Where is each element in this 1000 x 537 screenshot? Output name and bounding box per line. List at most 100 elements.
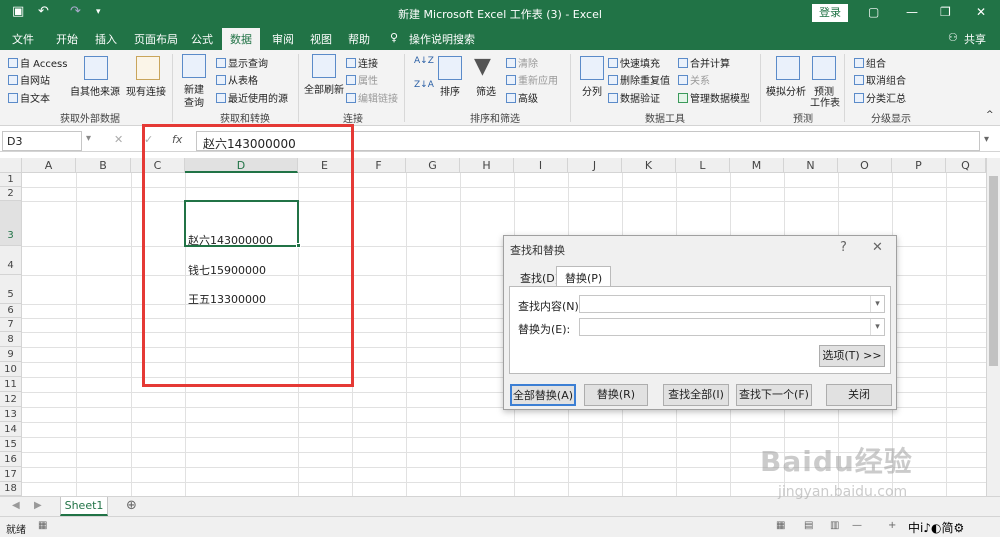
tab-home[interactable]: 开始 (56, 31, 78, 47)
row-header[interactable]: 11 (0, 377, 22, 392)
ime-toolbar-icon[interactable]: 中ⅰ♪◐简⚙ (908, 519, 964, 536)
help-icon[interactable]: ? (840, 240, 847, 255)
subtotal-button[interactable]: 分类汇总 (854, 90, 906, 105)
page-break-view-icon[interactable]: ▥ (830, 520, 839, 531)
col-header[interactable]: J (568, 158, 622, 173)
col-header[interactable]: H (460, 158, 514, 173)
namebox-dropdown-icon[interactable]: ▾ (86, 133, 91, 144)
col-header[interactable]: L (676, 158, 730, 173)
from-table-button[interactable]: 从表格 (216, 72, 258, 87)
zoom-in-icon[interactable]: + (888, 520, 896, 531)
dialog-close-button[interactable]: 关闭 (826, 384, 892, 406)
share-button[interactable]: 共享 (964, 31, 986, 47)
replace-history-dropdown-icon[interactable]: ▾ (870, 319, 884, 335)
options-button[interactable]: 选项(T) >> (819, 345, 885, 367)
sort-button[interactable]: 排序 (440, 83, 460, 98)
row-header[interactable]: 10 (0, 362, 22, 377)
replace-with-input[interactable]: ▾ (579, 318, 885, 336)
row-header[interactable]: 17 (0, 467, 22, 482)
from-text-button[interactable]: 自文本 (8, 90, 50, 105)
vertical-scrollbar[interactable] (986, 158, 1000, 496)
find-history-dropdown-icon[interactable]: ▾ (870, 296, 884, 312)
from-access-button[interactable]: 自 Access (8, 55, 67, 70)
col-header[interactable]: K (622, 158, 676, 173)
row-header[interactable]: 9 (0, 347, 22, 362)
find-all-button[interactable]: 查找全部(I) (663, 384, 729, 406)
ribbon-display-icon[interactable]: ▢ (868, 5, 879, 19)
col-header[interactable]: F (352, 158, 406, 173)
clear-button[interactable]: 清除 (506, 55, 538, 70)
flash-fill-button[interactable]: 快速填充 (608, 55, 660, 70)
recent-sources-button[interactable]: 最近使用的源 (216, 90, 288, 105)
col-header[interactable]: Q (946, 158, 986, 173)
filter-button[interactable]: 筛选 (476, 83, 496, 98)
page-layout-view-icon[interactable]: ▤ (804, 520, 813, 531)
row-header[interactable]: 7 (0, 318, 22, 332)
remove-duplicates-button[interactable]: 删除重复值 (608, 72, 670, 87)
collapse-ribbon-icon[interactable]: ^ (986, 110, 994, 120)
other-sources-button[interactable]: 自其他来源 (70, 83, 120, 98)
row-header[interactable]: 3 (0, 201, 22, 246)
sort-za-icon[interactable]: Z↓A (414, 80, 434, 90)
replace-button[interactable]: 替换(R) (584, 384, 648, 406)
refresh-all-button[interactable]: 全部刷新 (304, 81, 344, 96)
add-sheet-icon[interactable]: ⊕ (126, 498, 137, 513)
tab-replace[interactable]: 替换(P) (556, 266, 612, 286)
tell-me-search[interactable]: 操作说明搜索 (409, 31, 475, 47)
forecast-sheet-button-2[interactable]: 工作表 (810, 94, 840, 109)
text-to-columns-button[interactable]: 分列 (582, 83, 602, 98)
tab-view[interactable]: 视图 (310, 31, 332, 47)
minimize-icon[interactable]: — (906, 5, 918, 19)
data-model-button[interactable]: 管理数据模型 (678, 90, 750, 105)
row-header[interactable]: 6 (0, 304, 22, 318)
col-header[interactable]: I (514, 158, 568, 173)
from-web-button[interactable]: 自网站 (8, 72, 50, 87)
group-button[interactable]: 组合 (854, 55, 886, 70)
restore-icon[interactable]: ❐ (940, 5, 951, 19)
row-header[interactable]: 2 (0, 187, 22, 201)
sheet-tab[interactable]: Sheet1 (60, 497, 108, 516)
consolidate-button[interactable]: 合并计算 (678, 55, 730, 70)
macro-record-icon[interactable]: ▦ (38, 520, 47, 531)
cancel-icon[interactable]: ✕ (114, 133, 123, 146)
existing-connections-button[interactable]: 现有连接 (126, 83, 166, 98)
login-button[interactable]: 登录 (812, 4, 848, 22)
row-header[interactable]: 1 (0, 173, 22, 187)
show-queries-button[interactable]: 显示查询 (216, 55, 268, 70)
tab-data[interactable]: 数据 (222, 28, 260, 50)
data-validation-button[interactable]: 数据验证 (608, 90, 660, 105)
col-header[interactable]: P (892, 158, 946, 173)
row-header[interactable]: 4 (0, 246, 22, 275)
row-header[interactable]: 12 (0, 392, 22, 407)
tab-insert[interactable]: 插入 (95, 31, 117, 47)
row-header[interactable]: 13 (0, 407, 22, 422)
tab-file[interactable]: 文件 (12, 31, 34, 47)
relationships-button[interactable]: 关系 (678, 72, 710, 87)
select-all-corner[interactable] (0, 158, 22, 173)
scroll-thumb[interactable] (989, 176, 998, 366)
zoom-out-icon[interactable]: — (852, 520, 862, 531)
properties-button[interactable]: 属性 (346, 72, 378, 87)
tab-help[interactable]: 帮助 (348, 31, 370, 47)
row-header[interactable]: 5 (0, 275, 22, 304)
prev-sheet-icon[interactable]: ◀ (12, 500, 20, 511)
reapply-button[interactable]: 重新应用 (506, 72, 558, 87)
col-header[interactable]: G (406, 158, 460, 173)
what-if-button[interactable]: 模拟分析 (766, 83, 806, 98)
tab-formulas[interactable]: 公式 (191, 31, 213, 47)
tab-page-layout[interactable]: 页面布局 (134, 31, 178, 47)
replace-all-button[interactable]: 全部替换(A) (510, 384, 576, 406)
name-box[interactable]: D3 (2, 131, 82, 151)
row-header[interactable]: 15 (0, 437, 22, 452)
row-header[interactable]: 8 (0, 332, 22, 347)
col-header[interactable]: O (838, 158, 892, 173)
next-sheet-icon[interactable]: ▶ (34, 500, 42, 511)
col-header[interactable]: A (22, 158, 76, 173)
row-header[interactable]: 14 (0, 422, 22, 437)
tab-review[interactable]: 审阅 (272, 31, 294, 47)
col-header[interactable]: N (784, 158, 838, 173)
col-header[interactable]: B (76, 158, 131, 173)
normal-view-icon[interactable]: ▦ (776, 520, 785, 531)
connections-button[interactable]: 连接 (346, 55, 378, 70)
col-header[interactable]: M (730, 158, 784, 173)
